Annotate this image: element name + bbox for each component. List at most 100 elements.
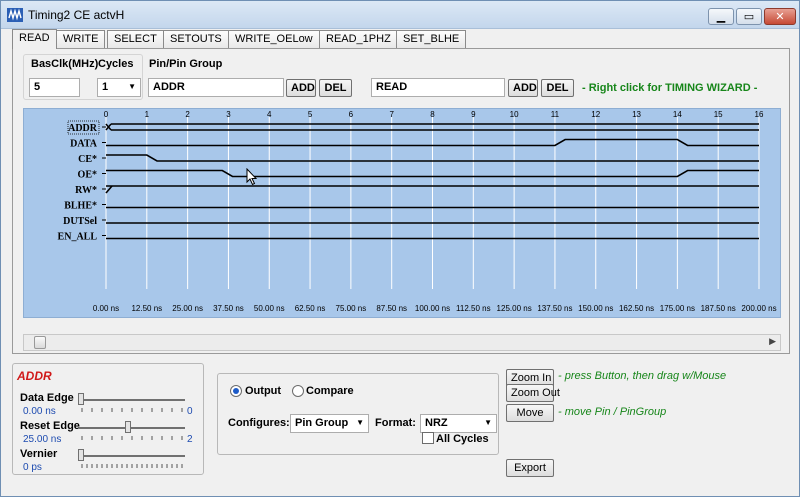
format-value: NRZ: [425, 417, 448, 429]
top-tick-label: 4: [267, 110, 272, 119]
export-button[interactable]: Export: [506, 459, 554, 477]
timing-diagram[interactable]: 0 1 2 3 4 5 6 7 8 9 10 11 12 13 14 15 16 0.00 ns 12.50 ns 2…: [23, 108, 781, 318]
compare-radio[interactable]: [292, 385, 304, 397]
close-button[interactable]: ✕: [764, 8, 796, 25]
maximize-button[interactable]: ▭: [736, 8, 762, 25]
bottom-tick-label: 150.00 ns: [578, 304, 613, 313]
pin-group-input[interactable]: ADDR: [148, 78, 284, 97]
tab-setouts[interactable]: SETOUTS: [163, 30, 229, 48]
tab-write-oelow[interactable]: WRITE_OELow: [228, 30, 320, 48]
reset-edge-value: 25.00 ns: [23, 434, 62, 445]
all-cycles-label: All Cycles: [436, 433, 489, 445]
minimize-button[interactable]: ▁: [708, 8, 734, 25]
top-tick-label: 14: [673, 110, 682, 119]
bottom-tick-label: 187.50 ns: [701, 304, 736, 313]
cycles-label: Cycles: [98, 58, 134, 70]
top-tick-label: 2: [185, 110, 190, 119]
reset-edge-slider-thumb[interactable]: [125, 421, 131, 433]
data-edge-label: Data Edge: [20, 392, 74, 404]
maximize-icon: ▭: [743, 11, 755, 23]
signal-label: EN_ALL: [58, 232, 98, 243]
top-tick-label: 6: [349, 110, 354, 119]
app-window: Timing2 CE actvH ▁ ▭ ✕ READ WRITE SELECT…: [0, 0, 800, 497]
bottom-tick-label: 0.00 ns: [93, 304, 119, 313]
app-logo-icon: [7, 8, 23, 22]
tab-read-1phz[interactable]: READ_1PHZ: [319, 30, 398, 48]
output-label: Output: [245, 385, 282, 397]
bottom-tick-label: 175.00 ns: [660, 304, 695, 313]
minimize-icon: ▁: [716, 11, 726, 23]
bottom-tick-label: 137.50 ns: [537, 304, 572, 313]
scrollbar-thumb[interactable]: [34, 336, 46, 349]
tab-select[interactable]: SELECT: [107, 30, 164, 48]
signal-label: ADDR: [68, 123, 98, 134]
top-tick-label: 12: [591, 110, 600, 119]
top-tick-label: 5: [308, 110, 313, 119]
bottom-tick-label: 50.00 ns: [254, 304, 285, 313]
mouse-cursor-icon: [246, 168, 258, 186]
vernier-slider-thumb[interactable]: [78, 449, 84, 461]
compare-label: Compare: [306, 385, 354, 397]
format-label: Format:: [375, 417, 416, 429]
top-tick-label: 15: [714, 110, 723, 119]
reset-edge-slider-track[interactable]: [79, 427, 185, 429]
timing-wizard-hint: - Right click for TIMING WIZARD -: [582, 82, 758, 94]
chevron-down-icon: ▼: [484, 418, 492, 427]
data-edge-ticks: [81, 408, 183, 412]
data-edge-slider-track[interactable]: [79, 399, 185, 401]
diagram-horizontal-scrollbar[interactable]: ▶: [23, 334, 781, 351]
cycles-value: 1: [102, 81, 109, 93]
del-timing-button[interactable]: DEL: [541, 79, 574, 97]
move-button[interactable]: Move: [506, 404, 554, 422]
all-cycles-checkbox[interactable]: [422, 432, 434, 444]
bottom-tick-label: 162.50 ns: [619, 304, 654, 313]
format-select[interactable]: NRZ ▼: [420, 414, 497, 433]
move-hint: - move Pin / PinGroup: [558, 406, 667, 418]
del-pin-button[interactable]: DEL: [319, 79, 352, 97]
signal-label: OE*: [78, 170, 97, 181]
basclk-input[interactable]: 5: [29, 78, 80, 97]
add-pin-button[interactable]: ADD: [286, 79, 316, 97]
tab-read[interactable]: READ: [12, 29, 57, 49]
vernier-slider-track[interactable]: [79, 455, 185, 457]
timing-diagram-svg[interactable]: 0 1 2 3 4 5 6 7 8 9 10 11 12 13 14 15 160.00 ns 12.50 ns 2…: [24, 109, 781, 318]
top-tick-label: 0: [104, 110, 109, 119]
chevron-down-icon: ▼: [128, 82, 136, 91]
signal-label: CE*: [78, 154, 97, 165]
timing-name-input[interactable]: READ: [371, 78, 505, 97]
top-tick-label: 8: [430, 110, 435, 119]
vernier-value: 0 ps: [23, 462, 42, 473]
top-tick-label: 13: [632, 110, 641, 119]
tab-set-blhe[interactable]: SET_BLHE: [396, 30, 467, 48]
add-timing-button[interactable]: ADD: [508, 79, 538, 97]
bottom-tick-label: 75.00 ns: [336, 304, 367, 313]
bottom-tick-label: 12.50 ns: [131, 304, 162, 313]
window-title: Timing2 CE actvH: [28, 8, 125, 22]
data-edge-max: 0: [187, 406, 193, 417]
vernier-label: Vernier: [20, 448, 58, 460]
title-bar[interactable]: Timing2 CE actvH ▁ ▭ ✕: [1, 1, 799, 29]
signal-transition: [105, 123, 112, 131]
reset-edge-ticks: [81, 436, 183, 440]
scroll-right-icon[interactable]: ▶: [769, 336, 776, 347]
tab-write[interactable]: WRITE: [56, 30, 106, 48]
cycles-select[interactable]: 1 ▼: [97, 78, 141, 97]
top-tick-label: 9: [471, 110, 476, 119]
chevron-down-icon: ▼: [356, 418, 364, 427]
top-tick-label: 1: [145, 110, 150, 119]
bottom-tick-label: 200.00 ns: [741, 304, 776, 313]
zoom-out-button[interactable]: Zoom Out: [506, 384, 560, 402]
zoom-hint: - press Button, then drag w/Mouse: [558, 370, 727, 382]
output-radio[interactable]: [230, 385, 242, 397]
signal-transition: [105, 185, 113, 194]
configures-value: Pin Group: [295, 417, 349, 429]
signal-label: BLHE*: [64, 201, 97, 212]
signal-label: DATA: [70, 139, 98, 150]
top-tick-label: 3: [226, 110, 231, 119]
top-tick-label: 16: [755, 110, 764, 119]
configures-select[interactable]: Pin Group ▼: [290, 414, 369, 433]
reset-edge-max: 2: [187, 434, 193, 445]
bottom-tick-label: 87.50 ns: [376, 304, 407, 313]
top-tick-label: 10: [510, 110, 519, 119]
data-edge-slider-thumb[interactable]: [78, 393, 84, 405]
